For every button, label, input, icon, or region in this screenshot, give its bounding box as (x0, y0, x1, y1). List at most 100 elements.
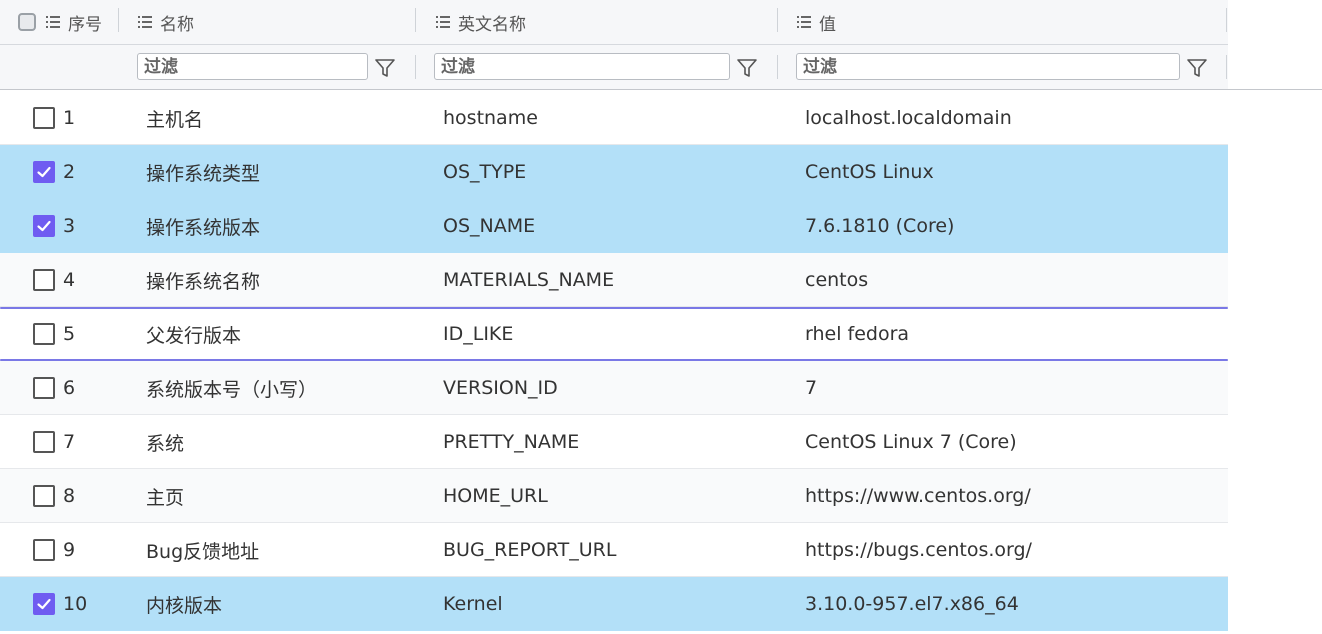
table-row[interactable]: 7 系统 PRETTY_NAME CentOS Linux 7 (Core) (0, 415, 1228, 469)
row-index-cell: 8 (33, 469, 75, 523)
row-value: https://bugs.centos.org/ (805, 539, 1032, 561)
table-row[interactable]: 1 主机名 hostname localhost.localdomain (0, 91, 1228, 145)
header-index-label: 序号 (68, 14, 102, 35)
row-name: 主页 (146, 486, 185, 509)
column-resizer[interactable] (118, 8, 119, 32)
filter-icon[interactable] (1186, 57, 1208, 79)
filter-row (0, 45, 1228, 89)
select-all-checkbox[interactable] (18, 13, 36, 31)
row-english-name: hostname (443, 107, 538, 129)
filter-icon[interactable] (374, 57, 396, 79)
row-index: 9 (63, 539, 76, 561)
row-english-name: VERSION_ID (443, 377, 558, 399)
row-focus-line (0, 359, 1228, 361)
table-row[interactable]: 2 操作系统类型 OS_TYPE CentOS Linux (0, 145, 1228, 199)
table-row[interactable]: 4 操作系统名称 MATERIALS_NAME centos (0, 253, 1228, 307)
header-index-cell[interactable]: 序号 (18, 0, 102, 44)
row-index: 5 (63, 323, 76, 345)
row-index-cell: 4 (33, 253, 75, 307)
row-name: 操作系统版本 (146, 216, 261, 239)
column-resizer[interactable] (1226, 8, 1227, 32)
row-name: 操作系统名称 (146, 270, 261, 293)
header-english-name-cell[interactable]: 英文名称 (436, 0, 526, 44)
row-index: 10 (63, 593, 88, 615)
english-name-filter-input[interactable] (434, 53, 730, 80)
row-index: 4 (63, 269, 76, 291)
list-icon (46, 16, 60, 28)
row-index: 7 (63, 431, 76, 453)
row-english-name: PRETTY_NAME (443, 431, 580, 453)
row-checkbox[interactable] (33, 485, 55, 507)
row-value: https://www.centos.org/ (805, 485, 1031, 507)
row-index: 1 (63, 107, 76, 129)
check-icon (37, 598, 51, 610)
row-name: 内核版本 (146, 594, 223, 617)
row-index-cell: 6 (33, 361, 75, 415)
column-separator (777, 55, 778, 79)
column-resizer[interactable] (777, 8, 778, 32)
grid-header: 序号 名称 英文名称 值 (0, 0, 1228, 45)
header-name-label: 名称 (160, 14, 194, 35)
list-icon (138, 16, 152, 28)
header-divider (0, 89, 1322, 90)
row-english-name: BUG_REPORT_URL (443, 539, 617, 561)
column-separator (415, 55, 416, 79)
row-checkbox[interactable] (33, 107, 55, 129)
table-row[interactable]: 5 父发行版本 ID_LIKE rhel fedora (0, 307, 1228, 361)
row-checkbox[interactable] (33, 539, 55, 561)
value-filter-input[interactable] (796, 53, 1180, 80)
row-checkbox[interactable] (33, 161, 55, 183)
check-icon (37, 166, 51, 178)
row-divider (0, 630, 1228, 631)
check-icon (37, 220, 51, 232)
table-row[interactable]: 3 操作系统版本 OS_NAME 7.6.1810 (Core) (0, 199, 1228, 253)
row-index-cell: 7 (33, 415, 75, 469)
data-grid: 序号 名称 英文名称 值 过滤 过滤 过滤 1 主机名 hostname loc… (0, 0, 1322, 634)
row-name: 操作系统类型 (146, 162, 261, 185)
table-row[interactable]: 8 主页 HOME_URL https://www.centos.org/ (0, 469, 1228, 523)
row-value: rhel fedora (805, 323, 910, 345)
row-name: 主机名 (146, 108, 204, 131)
row-index-cell: 1 (33, 91, 75, 145)
row-checkbox[interactable] (33, 215, 55, 237)
row-focus-line (0, 307, 1228, 309)
row-value: 7.6.1810 (Core) (805, 215, 955, 237)
header-name-cell[interactable]: 名称 (138, 0, 194, 44)
list-icon (797, 16, 811, 28)
table-row[interactable]: 6 系统版本号（小写） VERSION_ID 7 (0, 361, 1228, 415)
row-checkbox[interactable] (33, 323, 55, 345)
row-english-name: ID_LIKE (443, 323, 514, 345)
column-separator (1226, 55, 1227, 79)
table-row[interactable]: 9 Bug反馈地址 BUG_REPORT_URL https://bugs.cento… (0, 523, 1228, 577)
table-row[interactable]: 10 内核版本 Kernel 3.10.0-957.el7.x86_64 (0, 577, 1228, 631)
row-english-name: OS_NAME (443, 215, 536, 237)
row-index: 6 (63, 377, 76, 399)
row-index-cell: 2 (33, 145, 75, 199)
row-checkbox[interactable] (33, 269, 55, 291)
name-filter-input[interactable] (137, 53, 368, 80)
row-value: centos (805, 269, 869, 291)
row-english-name: HOME_URL (443, 485, 548, 507)
row-name: 系统 (146, 432, 185, 455)
row-name: 系统版本号（小写） (146, 378, 318, 401)
filter-icon[interactable] (736, 57, 758, 79)
row-english-name: MATERIALS_NAME (443, 269, 615, 291)
row-index: 2 (63, 161, 76, 183)
row-checkbox[interactable] (33, 377, 55, 399)
row-value: 7 (805, 377, 818, 399)
row-checkbox[interactable] (33, 431, 55, 453)
row-name: 父发行版本 (146, 324, 242, 347)
row-checkbox[interactable] (33, 593, 55, 615)
header-english-name-label: 英文名称 (458, 14, 526, 35)
row-name: Bug反馈地址 (146, 540, 260, 563)
row-value: CentOS Linux 7 (Core) (805, 431, 1017, 453)
header-value-label: 值 (819, 14, 836, 35)
row-value: localhost.localdomain (805, 107, 1012, 129)
list-icon (436, 16, 450, 28)
row-english-name: Kernel (443, 593, 503, 615)
row-english-name: OS_TYPE (443, 161, 527, 183)
row-index: 8 (63, 485, 76, 507)
row-value: 3.10.0-957.el7.x86_64 (805, 593, 1019, 615)
column-resizer[interactable] (415, 8, 416, 32)
header-value-cell[interactable]: 值 (797, 0, 836, 44)
